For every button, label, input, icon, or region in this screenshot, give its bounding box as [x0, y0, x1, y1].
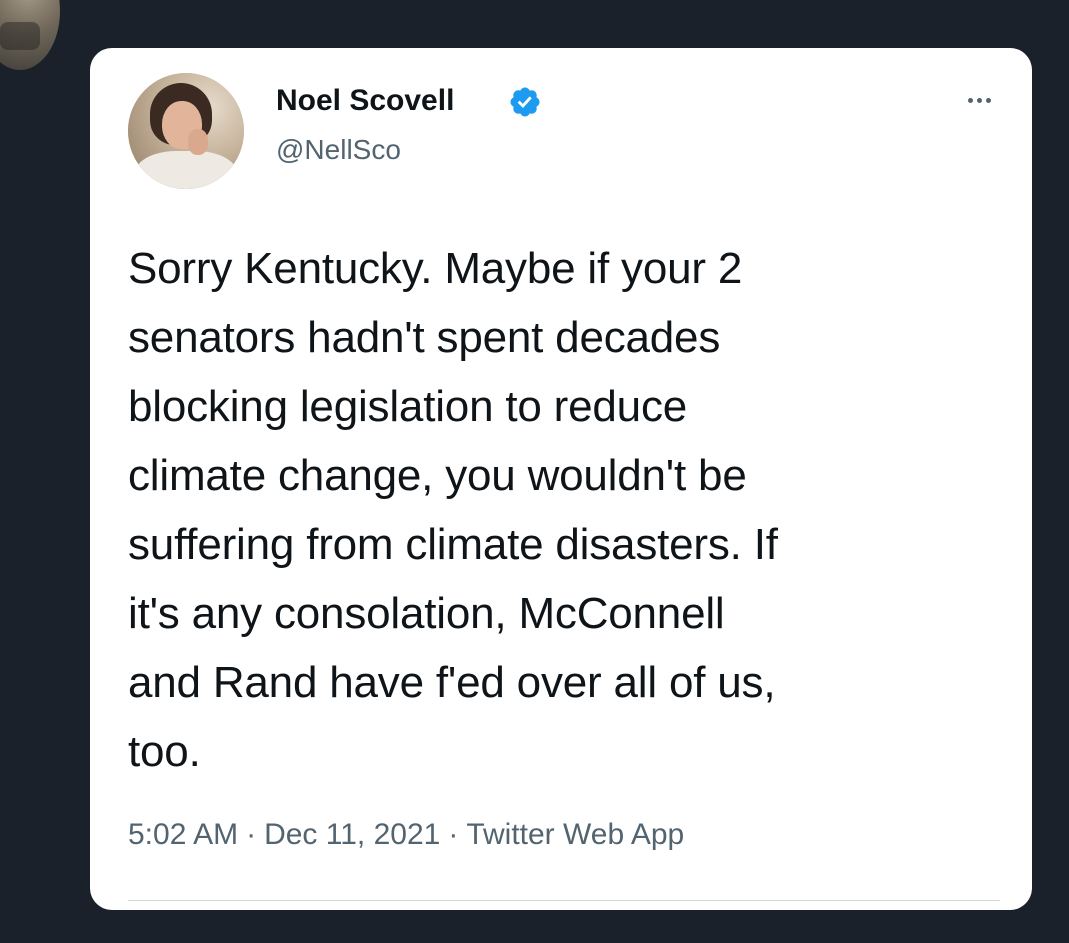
tweet-metadata: 5:02 AM · Dec 11, 2021 · Twitter Web App: [128, 818, 684, 852]
separator-dot: ·: [448, 818, 459, 851]
divider: [128, 900, 1000, 901]
tweet-text: Sorry Kentucky. Maybe if your 2 senators…: [128, 244, 778, 776]
more-options-icon[interactable]: [954, 88, 1004, 112]
display-name[interactable]: Noel Scovell: [276, 84, 454, 118]
avatar[interactable]: [128, 73, 244, 189]
tweet-time[interactable]: 5:02 AM: [128, 818, 238, 851]
tweet-source[interactable]: Twitter Web App: [466, 818, 684, 851]
verified-badge-icon: [510, 87, 540, 117]
separator-dot: ·: [246, 818, 257, 851]
user-handle[interactable]: @NellSco: [276, 134, 401, 166]
tweet-date[interactable]: Dec 11, 2021: [264, 818, 440, 851]
quoting-user-avatar[interactable]: [0, 0, 60, 70]
quoted-tweet-card[interactable]: Noel Scovell @NellSco Sorry Kentucky. Ma…: [90, 48, 1032, 910]
